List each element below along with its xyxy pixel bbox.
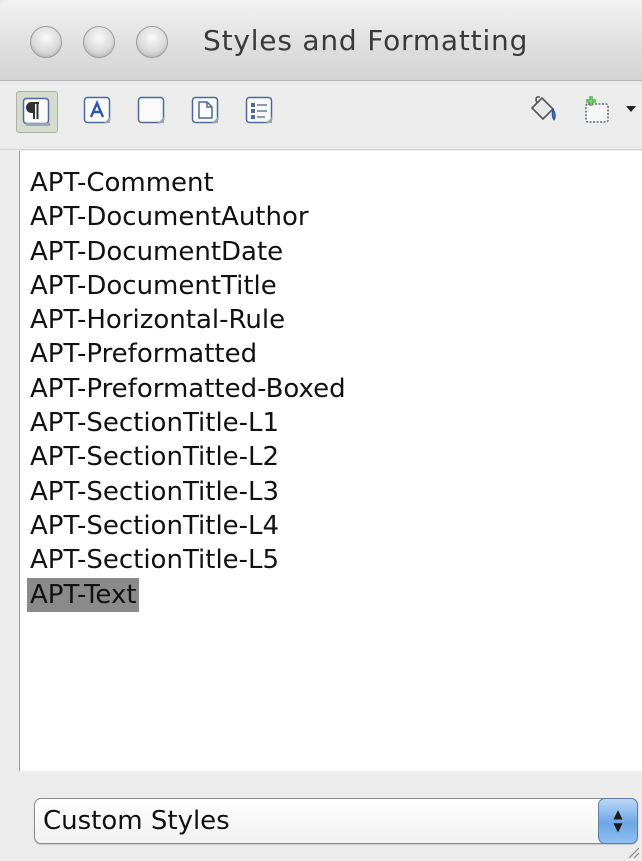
style-list-item[interactable]: APT-SectionTitle-L4 xyxy=(27,509,281,543)
select-stepper[interactable]: ▲ ▼ xyxy=(598,798,638,844)
frame-styles-button[interactable] xyxy=(132,91,172,131)
style-list-item[interactable]: APT-DocumentAuthor xyxy=(27,200,311,234)
page-styles-button[interactable] xyxy=(186,91,226,131)
minimize-window-button[interactable] xyxy=(83,26,115,58)
paragraph-styles-button[interactable] xyxy=(16,91,58,133)
new-style-icon xyxy=(585,96,609,123)
style-family-toolbar xyxy=(0,81,642,150)
style-list-item[interactable]: APT-Horizontal-Rule xyxy=(27,303,287,337)
style-list-item[interactable]: APT-SectionTitle-L2 xyxy=(27,440,281,474)
fill-format-mode-button[interactable] xyxy=(523,91,563,131)
chevron-down-icon[interactable] xyxy=(626,106,636,112)
list-icon xyxy=(245,96,273,124)
style-filter-select[interactable]: Custom Styles ▲ ▼ xyxy=(34,798,638,844)
title-bar[interactable]: Styles and Formatting xyxy=(0,0,642,81)
style-list-item[interactable]: APT-Preformatted-Boxed xyxy=(27,372,348,406)
resize-grip-icon[interactable] xyxy=(624,843,640,859)
window-title: Styles and Formatting xyxy=(203,24,529,57)
close-window-button[interactable] xyxy=(30,26,62,58)
pilcrow-icon xyxy=(22,97,50,126)
style-list-item[interactable]: APT-DocumentDate xyxy=(27,235,285,269)
style-filter-value: Custom Styles xyxy=(43,806,230,836)
character-a-icon xyxy=(83,96,111,124)
style-list-item[interactable]: APT-Preformatted xyxy=(27,337,259,371)
chevron-down-icon: ▼ xyxy=(613,820,623,834)
style-list-item[interactable]: APT-DocumentTitle xyxy=(27,269,279,303)
style-list-item[interactable]: APT-Text xyxy=(27,577,139,612)
style-list-item[interactable]: APT-SectionTitle-L3 xyxy=(27,475,281,509)
style-list-item[interactable]: APT-SectionTitle-L1 xyxy=(27,406,281,440)
page-icon xyxy=(191,96,219,124)
zoom-window-button[interactable] xyxy=(136,26,168,58)
styles-list-items: APT-Comment APT-DocumentAuthor APT-Documen… xyxy=(27,166,642,612)
paint-bucket-icon xyxy=(530,96,556,121)
character-styles-button[interactable] xyxy=(78,91,118,131)
new-style-from-selection-button[interactable] xyxy=(577,91,617,131)
style-filter-area: Custom Styles ▲ ▼ xyxy=(0,772,642,861)
list-styles-button[interactable] xyxy=(240,91,280,131)
styles-list[interactable]: APT-Comment APT-DocumentAuthor APT-Documen… xyxy=(19,151,642,771)
style-list-item[interactable]: APT-Comment xyxy=(27,166,216,200)
frame-icon xyxy=(137,96,165,124)
style-list-item[interactable]: APT-SectionTitle-L5 xyxy=(27,543,281,577)
